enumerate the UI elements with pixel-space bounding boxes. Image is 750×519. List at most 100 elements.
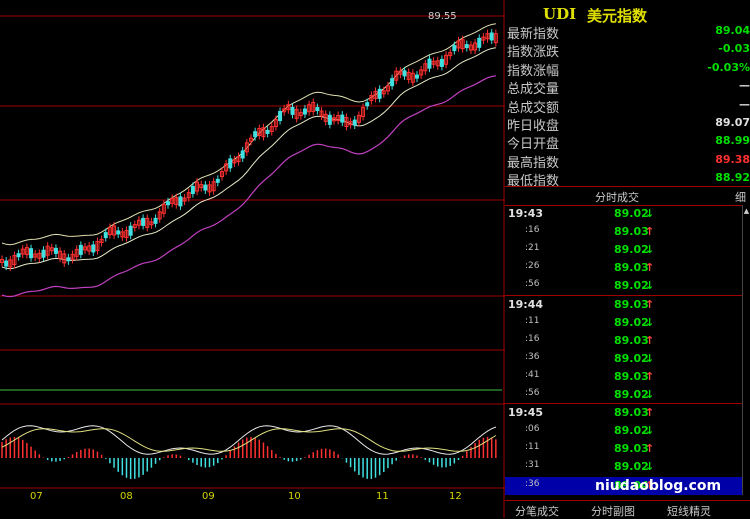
arrow-up-icon: ↑ — [645, 369, 655, 383]
tick-row[interactable]: :06 89.02 ↓ — [505, 422, 743, 440]
candle-body — [452, 45, 457, 52]
tick-price: 89.02 — [614, 279, 649, 293]
tick-row[interactable]: :41 89.03 ↑ — [505, 368, 743, 386]
tick-row[interactable]: :26 89.03 ↑ — [505, 259, 743, 277]
tick-price: 89.03 — [614, 297, 649, 311]
quote-panel: UDI 美元指数 最新指数 89.04 指数涨跌 -0.03 指数涨幅 -0.03% 总成交… — [505, 0, 750, 518]
kline-chart-area[interactable]: 89.55 07 08 09 10 11 12 — [0, 0, 505, 518]
candle-body — [16, 253, 21, 258]
candle-body — [228, 158, 233, 169]
candle-body — [66, 257, 71, 262]
tick-row[interactable]: :56 89.02 ↓ — [505, 277, 743, 295]
stat-row: 最高指数 89.38 — [505, 151, 750, 171]
candle-body — [141, 217, 146, 226]
tick-row[interactable]: :11 89.03 ↑ — [505, 440, 743, 458]
tick-price: 89.03 — [614, 406, 649, 420]
candle-body — [415, 74, 419, 79]
candle-body — [178, 196, 183, 207]
stat-value: 89.38 — [715, 152, 750, 166]
tick-time: :21 — [525, 243, 540, 254]
tick-price: 89.03 — [614, 369, 649, 383]
tick-price: 89.03 — [614, 225, 649, 239]
stat-value: — — [739, 97, 750, 111]
tab-short-line[interactable]: 短线精灵 — [667, 503, 711, 519]
tab-minute-chart[interactable]: 分时副图 — [591, 503, 635, 519]
arrow-up-icon: ↑ — [645, 333, 655, 347]
index-code: UDI — [543, 5, 577, 23]
tick-price: 89.02 — [614, 388, 649, 401]
tick-time: :16 — [525, 333, 540, 344]
candle-body — [116, 230, 121, 235]
tick-price: 89.02 — [614, 351, 649, 365]
tick-row[interactable]: :56 89.02 ↓ — [505, 386, 743, 404]
arrow-down-icon: ↓ — [645, 243, 655, 257]
candle-body — [365, 102, 370, 107]
candle-body — [253, 131, 258, 138]
tick-row[interactable]: :16 89.03 ↑ — [505, 223, 743, 241]
candle-body — [377, 88, 382, 99]
tick-price: 89.02 — [614, 243, 649, 257]
stat-row: 最新指数 89.04 — [505, 22, 750, 42]
panel-title: UDI 美元指数 — [505, 2, 750, 25]
tick-row[interactable]: :36 89.02 ↓ — [505, 350, 743, 368]
stat-label: 总成交量 — [507, 82, 560, 98]
tick-row[interactable]: 19:45 89.03 ↑ — [505, 404, 743, 422]
scroll-up-icon[interactable]: ▲ — [743, 207, 750, 215]
ticks-list[interactable]: 19:43 89.02 ↓:16 89.03 ↑:21 89.02 ↓:26 89.03 ↑:5… — [505, 205, 743, 495]
price-high-tag: 89.55 — [428, 11, 457, 22]
candle-body — [427, 58, 432, 69]
candle-body — [153, 217, 158, 224]
arrow-down-icon: ↓ — [645, 460, 655, 474]
tick-row[interactable]: 19:44 89.03 ↑ — [505, 296, 743, 314]
month-label-09: 09 — [202, 491, 215, 502]
tick-time: :36 — [525, 478, 540, 489]
lower-band-line — [1, 75, 496, 298]
tick-time: :56 — [525, 279, 540, 290]
tick-price: 89.03 — [614, 442, 649, 456]
tick-row[interactable]: 19:43 89.02 ↓ — [505, 205, 743, 223]
upper-band-line — [1, 23, 496, 246]
arrow-up-icon: ↑ — [645, 261, 655, 275]
stat-row: 指数涨跌 -0.03 — [505, 40, 750, 60]
tick-price: 89.02 — [614, 315, 649, 329]
arrow-down-icon: ↓ — [645, 279, 655, 293]
candle-body — [340, 114, 345, 123]
candle-body — [91, 244, 96, 253]
ticks-header: 分时成交 细 — [505, 186, 750, 206]
kline-chart[interactable] — [0, 0, 505, 518]
ticks-detail-button[interactable]: 细 — [735, 189, 746, 205]
tick-price: 89.03 — [614, 261, 649, 275]
candle-body — [4, 260, 9, 267]
tick-time: :31 — [525, 460, 540, 471]
tick-time: :26 — [525, 261, 540, 272]
tick-row[interactable]: :16 89.03 ↑ — [505, 332, 743, 350]
arrow-down-icon: ↓ — [645, 351, 655, 365]
tick-row[interactable]: :21 89.02 ↓ — [505, 241, 743, 259]
candle-body — [290, 106, 295, 115]
tick-price: 89.02 — [614, 207, 649, 220]
month-label-11: 11 — [376, 491, 389, 502]
bottom-tabs: 分笔成交 分时副图 短线精灵 — [505, 500, 750, 519]
tick-row[interactable]: :31 89.02 ↓ — [505, 458, 743, 476]
tick-price: 89.02 — [614, 460, 649, 474]
month-label-07: 07 — [30, 491, 43, 502]
tick-row[interactable]: :11 89.02 ↓ — [505, 314, 743, 332]
tick-price: 89.03 — [614, 333, 649, 347]
candle-body — [29, 248, 34, 259]
candle-body — [166, 201, 170, 206]
arrow-up-icon: ↑ — [645, 442, 655, 456]
tab-ticks[interactable]: 分笔成交 — [515, 503, 559, 519]
candle-body — [352, 119, 357, 126]
candle-body — [203, 184, 208, 191]
candle-body — [402, 70, 407, 77]
candle-body — [477, 37, 482, 48]
stat-label: 最新指数 — [507, 27, 560, 42]
stat-value: 88.99 — [715, 134, 750, 148]
tick-time: 19:43 — [508, 207, 544, 220]
candle-body — [190, 186, 195, 195]
stat-value: -0.03 — [718, 42, 750, 56]
candle-body — [302, 108, 307, 115]
ticks-scrollbar[interactable] — [742, 205, 750, 495]
candle-body — [78, 244, 83, 255]
month-label-10: 10 — [288, 491, 301, 502]
